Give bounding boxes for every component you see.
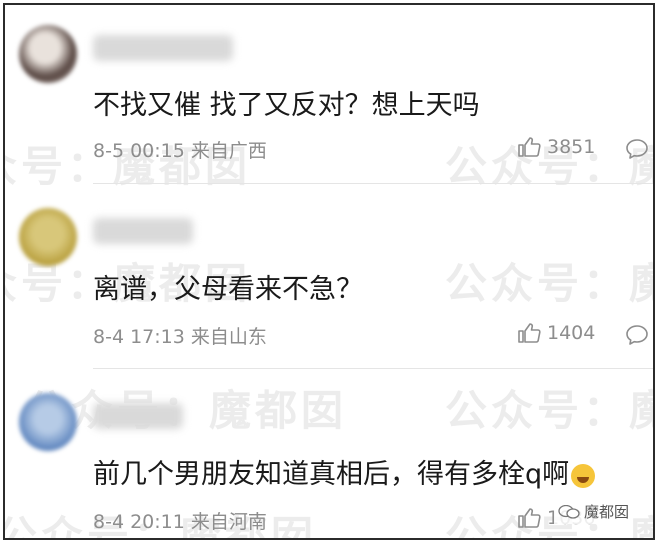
like-count: 1404 bbox=[547, 322, 596, 344]
comment-text: 前几个男朋友知道真相后，得有多栓q啊 bbox=[93, 452, 596, 491]
comment-meta: 8-4 17:13 来自山东 bbox=[93, 326, 267, 348]
comment-meta: 8-4 20:11 来自河南 bbox=[93, 511, 267, 533]
avatar[interactable] bbox=[19, 393, 77, 451]
comment-text: 不找又催 找了又反对？想上天吗 bbox=[93, 90, 480, 121]
comment-item: 不找又催 找了又反对？想上天吗 8-5 00:15 来自广西 3851 bbox=[5, 5, 653, 185]
comment-text-body: 前几个男朋友知道真相后，得有多栓q啊 bbox=[93, 459, 570, 490]
comment-bubble-icon[interactable] bbox=[625, 324, 649, 346]
like-button[interactable]: 3851 bbox=[517, 136, 595, 158]
avatar[interactable] bbox=[19, 25, 77, 83]
divider bbox=[93, 183, 653, 184]
laughing-tears-emoji-icon bbox=[571, 463, 596, 488]
comment-thread-screenshot: 众号：魔都囡 公众号：魔都囡 公众号：魔都囡 众号：魔都囡 公众号：魔都囡 公众… bbox=[3, 3, 655, 540]
username-redacted[interactable] bbox=[93, 403, 183, 429]
username-redacted[interactable] bbox=[93, 35, 233, 61]
thumbs-up-icon bbox=[518, 323, 541, 343]
username-redacted[interactable] bbox=[93, 218, 193, 244]
comment-item: 离谱，父母看来不急？ 8-4 17:13 来自山东 1404 bbox=[5, 185, 653, 370]
comment-meta: 8-5 00:15 来自广西 bbox=[93, 140, 267, 162]
comment-text: 离谱，父母看来不急？ bbox=[93, 274, 363, 305]
thumbs-up-icon bbox=[518, 508, 541, 528]
divider bbox=[93, 368, 653, 369]
brand-label: 魔都囡 bbox=[583, 503, 629, 521]
like-button[interactable]: 1404 bbox=[517, 322, 595, 344]
comment-bubble-icon[interactable] bbox=[625, 138, 649, 160]
thumbs-up-icon bbox=[518, 137, 541, 157]
like-count: 3851 bbox=[547, 136, 596, 158]
avatar[interactable] bbox=[19, 208, 77, 266]
wechat-logo-icon bbox=[558, 504, 580, 519]
brand-watermark: 魔都囡 bbox=[553, 499, 633, 524]
